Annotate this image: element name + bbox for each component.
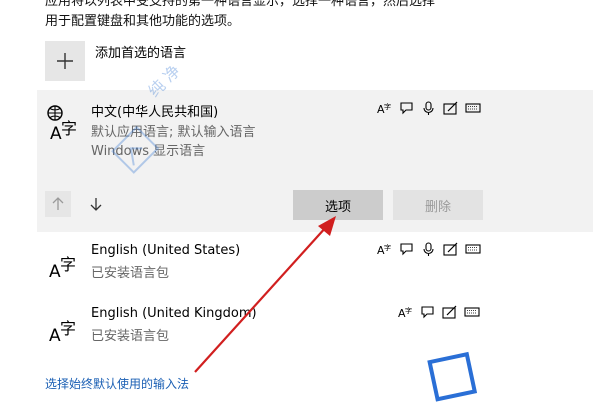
watermark-logo: 爱纯净 aichunjing.com [411, 348, 601, 404]
annotation-arrow [194, 216, 336, 373]
logo-url: aichunjing.com [479, 384, 594, 402]
